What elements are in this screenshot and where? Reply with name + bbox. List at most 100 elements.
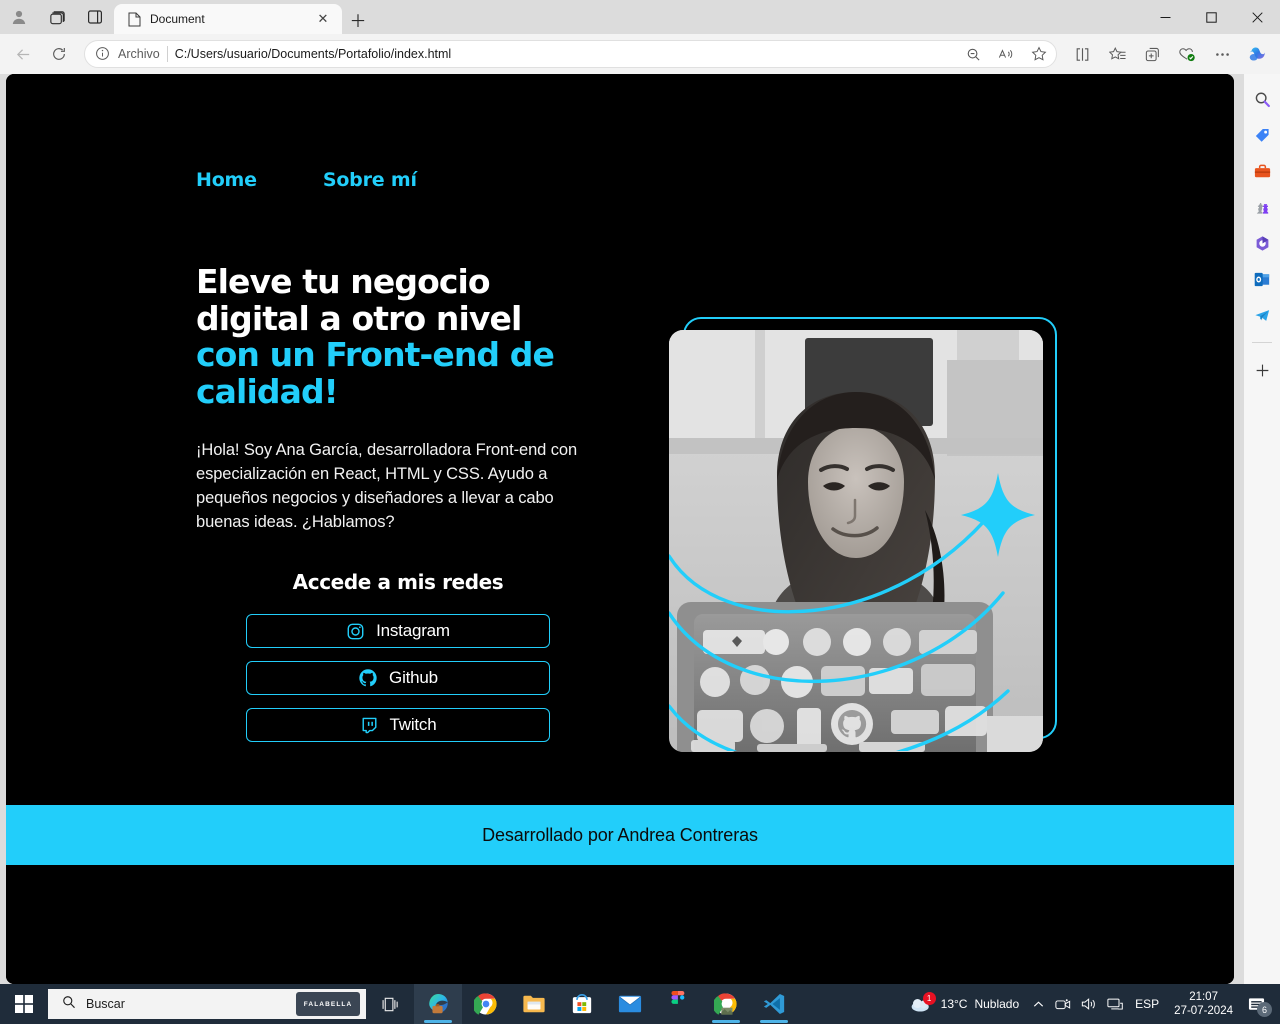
taskbar-mail[interactable] <box>606 984 654 1024</box>
github-icon <box>358 668 378 688</box>
taskbar-edge[interactable] <box>414 984 462 1024</box>
headline-accent-2: calidad! <box>196 371 339 411</box>
camera-icon[interactable] <box>1050 984 1076 1024</box>
system-tray: 1 13°C Nublado ESP 21:07 27-07-2024 6 <box>904 984 1280 1024</box>
page-title: Eleve tu negocio digital a otro nivel co… <box>196 262 616 411</box>
toolbar-right-icons <box>1065 39 1274 69</box>
search-placeholder: Buscar <box>86 997 125 1011</box>
social-button-github[interactable]: Github <box>246 661 550 695</box>
social-label: Instagram <box>376 621 450 640</box>
language-indicator[interactable]: ESP <box>1128 997 1166 1011</box>
add-sidebar-icon[interactable] <box>1247 355 1277 385</box>
page-footer: Desarrollado por Andrea Contreras <box>6 805 1234 865</box>
tabstrip-system-icons <box>0 0 114 34</box>
weather-description: Nublado <box>974 997 1020 1011</box>
minimize-button[interactable] <box>1142 0 1188 34</box>
refresh-icon[interactable] <box>42 39 76 69</box>
social-button-twitch[interactable]: Twitch <box>246 708 550 742</box>
search-icon <box>62 995 76 1014</box>
zoom-out-icon[interactable] <box>960 42 986 66</box>
taskbar-chrome-2[interactable] <box>702 984 750 1024</box>
hero-section: Eleve tu negocio digital a otro nivel co… <box>196 262 616 742</box>
search-icon[interactable] <box>1247 84 1277 114</box>
footer-text: Desarrollado por Andrea Contreras <box>482 824 758 845</box>
nav-link-sobre-mi[interactable]: Sobre mí <box>323 169 417 191</box>
browser-essentials-icon[interactable] <box>1170 39 1204 69</box>
microsoft-365-icon[interactable] <box>1247 228 1277 258</box>
taskbar-vscode[interactable] <box>750 984 798 1024</box>
volume-icon[interactable] <box>1076 984 1102 1024</box>
weather-cloud-icon: 1 <box>910 992 936 1013</box>
profile-icon[interactable] <box>0 0 38 34</box>
search-promo-widget[interactable]: FALABELLA <box>296 992 360 1016</box>
network-icon[interactable] <box>1102 984 1128 1024</box>
windows-start-icon[interactable] <box>0 984 48 1024</box>
weather-alert-badge: 1 <box>922 992 936 1005</box>
omnibox-divider <box>166 46 168 62</box>
workspaces-icon[interactable] <box>38 0 76 34</box>
sidebar-divider <box>1252 342 1272 343</box>
outlook-icon[interactable] <box>1247 264 1277 294</box>
notifications-icon[interactable]: 6 <box>1241 984 1276 1024</box>
social-button-instagram[interactable]: Instagram <box>246 614 550 648</box>
close-button[interactable] <box>1234 0 1280 34</box>
new-tab-button[interactable]: ＋ <box>342 4 374 34</box>
info-icon[interactable] <box>95 46 111 62</box>
headline-accent-1: con un Front-end de <box>196 335 555 374</box>
taskbar-chrome[interactable] <box>462 984 510 1024</box>
chevron-up-icon[interactable] <box>1027 984 1050 1024</box>
tab-actions-icon[interactable] <box>76 0 114 34</box>
social-label: Twitch <box>389 715 437 734</box>
tray-weather[interactable]: 1 13°C Nublado <box>904 992 1028 1013</box>
read-aloud-icon[interactable] <box>993 42 1019 66</box>
site-nav: Home Sobre mí <box>196 169 417 191</box>
taskbar-task-view[interactable] <box>366 984 414 1024</box>
weather-temperature: 13°C <box>940 997 968 1011</box>
tray-clock[interactable]: 21:07 27-07-2024 <box>1166 990 1241 1018</box>
taskbar-active-indicator <box>712 1020 740 1023</box>
hero-photo-block <box>663 311 1063 752</box>
games-icon[interactable] <box>1247 192 1277 222</box>
collections-star-icon[interactable] <box>1100 39 1134 69</box>
shopping-tag-icon[interactable] <box>1247 120 1277 150</box>
maximize-button[interactable] <box>1188 0 1234 34</box>
split-screen-icon[interactable] <box>1065 39 1099 69</box>
taskbar-active-indicator <box>424 1020 452 1023</box>
social-links-list: Instagram Github Twitch <box>246 614 550 742</box>
window-controls <box>1142 0 1280 34</box>
document-icon <box>126 11 142 27</box>
settings-more-icon[interactable] <box>1205 39 1239 69</box>
copilot-icon[interactable] <box>1240 39 1274 69</box>
search-promo-label: FALABELLA <box>303 1000 353 1008</box>
page-viewport: Home Sobre mí Eleve tu negocio digital a… <box>6 74 1234 984</box>
close-icon[interactable]: ✕ <box>312 8 334 30</box>
social-label: Github <box>389 668 438 687</box>
browser-window: Document ✕ ＋ Archivo C:/Users/usuario/Do… <box>0 0 1280 1024</box>
taskbar-file-explorer[interactable] <box>510 984 558 1024</box>
taskbar-microsoft-store[interactable] <box>558 984 606 1024</box>
address-toolbar: Archivo C:/Users/usuario/Documents/Porta… <box>0 34 1280 74</box>
edge-sidebar <box>1244 74 1280 1024</box>
clock-date: 27-07-2024 <box>1174 1005 1233 1017</box>
taskbar-figma[interactable] <box>654 984 702 1024</box>
notifications-count: 6 <box>1261 1004 1267 1015</box>
url-text[interactable]: C:/Users/usuario/Documents/Portafolio/in… <box>175 47 953 61</box>
favorite-star-icon[interactable] <box>1026 42 1052 66</box>
clock-time: 21:07 <box>1189 991 1218 1003</box>
headline-line-2: digital a otro nivel <box>196 298 522 338</box>
windows-taskbar: Buscar FALABELLA 1 13°C Nublado ESP 21:0… <box>0 984 1280 1024</box>
tab-title: Document <box>150 12 205 26</box>
bio-paragraph: ¡Hola! Soy Ana García, desarrolladora Fr… <box>196 441 578 531</box>
profile-photo <box>669 330 1043 752</box>
tools-icon[interactable] <box>1247 156 1277 186</box>
headline-line-1: Eleve tu negocio <box>196 262 491 301</box>
social-section-title: Accede a mis redes <box>292 570 504 594</box>
taskbar-active-indicator <box>760 1020 788 1023</box>
nav-link-home[interactable]: Home <box>196 169 257 191</box>
back-arrow-icon[interactable] <box>6 39 40 69</box>
taskbar-search-box[interactable]: Buscar FALABELLA <box>48 989 366 1019</box>
address-bar[interactable]: Archivo C:/Users/usuario/Documents/Porta… <box>84 40 1057 68</box>
browser-tab[interactable]: Document ✕ <box>114 4 342 34</box>
telegram-icon[interactable] <box>1247 300 1277 330</box>
add-to-collections-icon[interactable] <box>1135 39 1169 69</box>
